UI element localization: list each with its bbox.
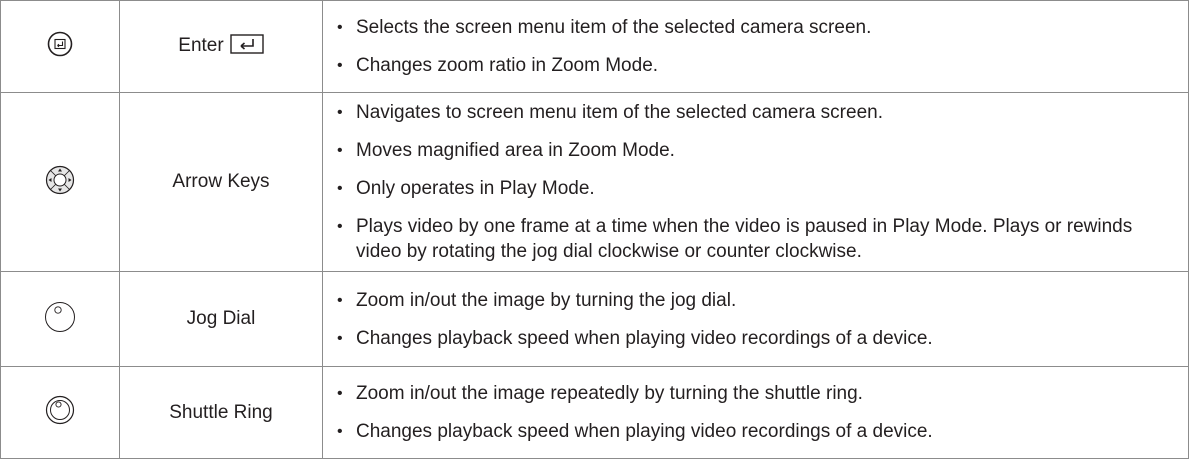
enter-key-icon: [230, 33, 264, 60]
enter-button-icon: [47, 31, 73, 62]
control-name-cell: Enter: [119, 0, 323, 93]
list-item: Zoom in/out the image by turning the jog…: [335, 288, 1178, 313]
list-item: Changes zoom ratio in Zoom Mode.: [335, 53, 1178, 78]
table-row: Shuttle Ring Zoom in/out the image repea…: [0, 366, 1189, 459]
description-cell: Selects the screen menu item of the sele…: [322, 0, 1189, 93]
description-cell: Zoom in/out the image repeatedly by turn…: [322, 366, 1189, 459]
control-name-cell: Jog Dial: [119, 271, 323, 367]
list-item: Only operates in Play Mode.: [335, 176, 1178, 201]
list-item: Navigates to screen menu item of the sel…: [335, 100, 1178, 125]
description-cell: Navigates to screen menu item of the sel…: [322, 92, 1189, 272]
list-item: Plays video by one frame at a time when …: [335, 214, 1178, 264]
control-name-cell: Shuttle Ring: [119, 366, 323, 459]
control-name: Shuttle Ring: [169, 401, 273, 423]
list-item: Changes playback speed when playing vide…: [335, 419, 1178, 444]
list-item: Changes playback speed when playing vide…: [335, 326, 1178, 351]
description-cell: Zoom in/out the image by turning the jog…: [322, 271, 1189, 367]
arrow-keys-icon: [45, 165, 75, 200]
control-name: Arrow Keys: [172, 171, 270, 192]
list-item: Selects the screen menu item of the sele…: [335, 15, 1178, 40]
jog-dial-icon: [44, 301, 76, 338]
control-name: Jog Dial: [186, 308, 256, 329]
icon-cell: [0, 366, 120, 459]
list-item: Zoom in/out the image repeatedly by turn…: [335, 381, 1178, 406]
control-name-cell: Arrow Keys: [119, 92, 323, 272]
icon-cell: [0, 92, 120, 272]
icon-cell: [0, 271, 120, 367]
control-name: Enter: [178, 34, 224, 56]
icon-cell: [0, 0, 120, 93]
controls-table: Enter Selects the screen menu item of th…: [0, 0, 1189, 459]
list-item: Moves magnified area in Zoom Mode.: [335, 138, 1178, 163]
table-row: Enter Selects the screen menu item of th…: [0, 0, 1189, 93]
table-row: Arrow Keys Navigates to screen menu item…: [0, 92, 1189, 272]
table-row: Jog Dial Zoom in/out the image by turnin…: [0, 271, 1189, 367]
shuttle-ring-icon: [45, 395, 75, 430]
